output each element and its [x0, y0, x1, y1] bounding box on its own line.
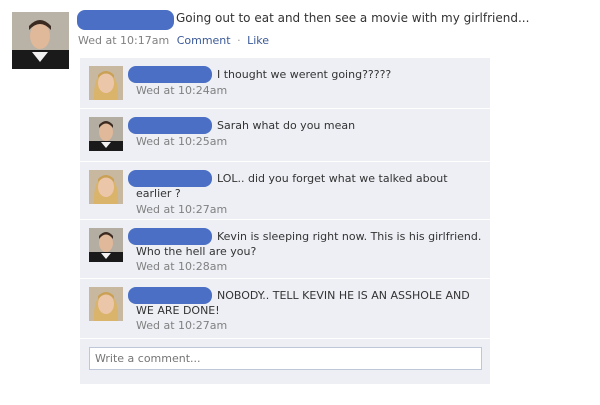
comment-item: NOBODY.. TELL KEVIN HE IS AN ASSHOLE AND… — [80, 279, 490, 339]
redacted-commenter-name — [128, 66, 212, 83]
comment-text: I thought we werent going????? — [217, 68, 392, 81]
post-meta: Wed at 10:17am Comment · Like — [78, 34, 269, 47]
post-text: Going out to eat and then see a movie wi… — [176, 11, 530, 25]
comment-text: Sarah what do you mean — [217, 119, 356, 132]
comment-item: I thought we werent going????? Wed at 10… — [80, 58, 490, 109]
commenter-avatar-male[interactable] — [89, 228, 123, 262]
comment-text: LOL.. did you forget what we talked abou… — [136, 172, 448, 200]
comment-item: Kevin is sleeping right now. This is his… — [80, 220, 490, 279]
commenter-avatar-female[interactable] — [89, 66, 123, 100]
comment-text: NOBODY.. TELL KEVIN HE IS AN ASSHOLE AND… — [136, 289, 470, 317]
post-timestamp[interactable]: Wed at 10:17am — [78, 34, 169, 47]
comment-item: Sarah what do you mean Wed at 10:25am — [80, 109, 490, 162]
comment-item: LOL.. did you forget what we talked abou… — [80, 162, 490, 220]
commenter-avatar-female[interactable] — [89, 170, 123, 204]
comment-text: Kevin is sleeping right now. This is his… — [136, 230, 482, 258]
poster-avatar[interactable] — [12, 12, 69, 69]
comment-timestamp[interactable]: Wed at 10:24am — [136, 84, 227, 97]
redacted-commenter-name — [128, 117, 212, 134]
commenter-avatar-female[interactable] — [89, 287, 123, 321]
comment-timestamp[interactable]: Wed at 10:28am — [136, 260, 227, 273]
comments-section: I thought we werent going????? Wed at 10… — [80, 58, 490, 384]
comment-timestamp[interactable]: Wed at 10:27am — [136, 203, 227, 216]
comment-timestamp[interactable]: Wed at 10:27am — [136, 319, 227, 332]
like-link[interactable]: Like — [247, 34, 269, 47]
redacted-poster-name — [77, 10, 174, 30]
meta-separator: · — [237, 34, 241, 47]
comment-link[interactable]: Comment — [177, 34, 231, 47]
write-comment-input[interactable] — [89, 347, 482, 370]
comment-timestamp[interactable]: Wed at 10:25am — [136, 135, 227, 148]
commenter-avatar-male[interactable] — [89, 117, 123, 151]
